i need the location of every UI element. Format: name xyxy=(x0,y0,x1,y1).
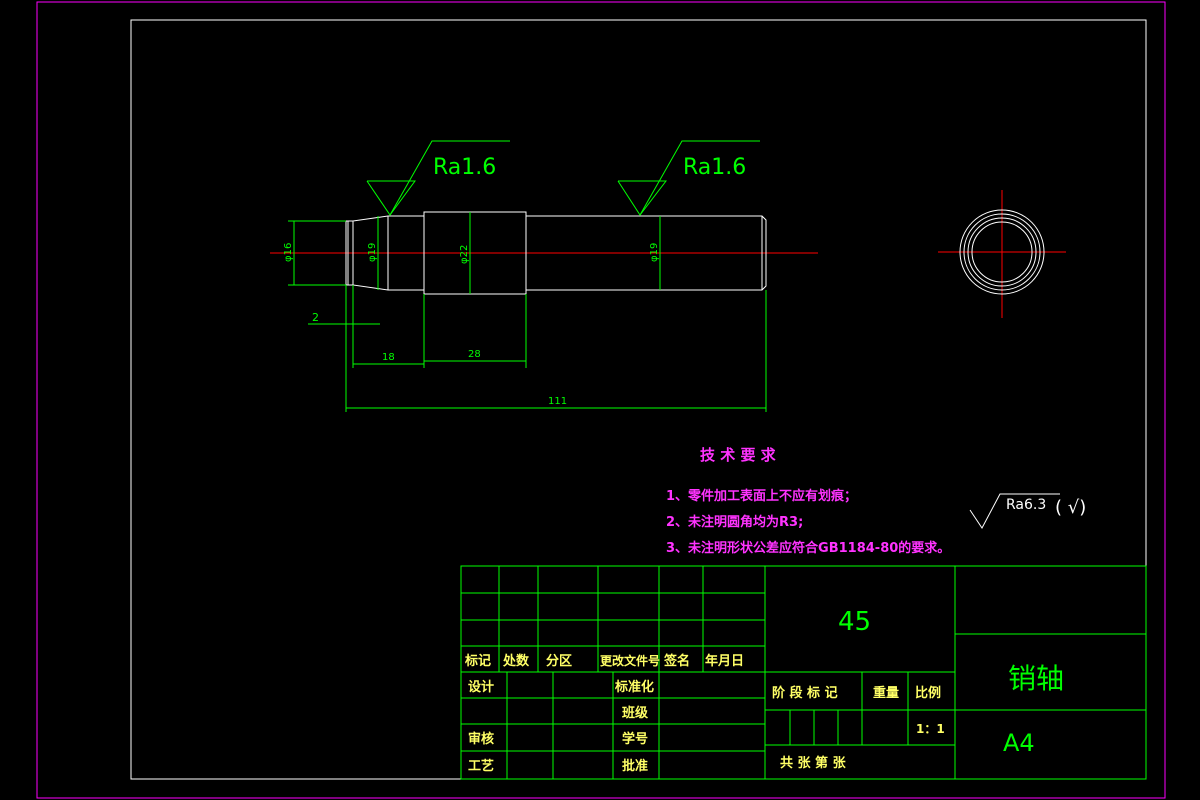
roughness-triangle xyxy=(366,180,416,216)
label-student-no: 学号 xyxy=(622,731,648,747)
label-process: 工艺 xyxy=(468,758,494,774)
general-roughness: Ra6.3 ( √) xyxy=(969,493,1086,529)
dim-chamfer: 2 xyxy=(312,311,319,324)
label-scale: 比例 xyxy=(915,685,941,701)
tech-requirement-item: 2、未注明圆角均为R3; xyxy=(666,514,803,530)
label-sheets: 共 张 第 张 xyxy=(780,755,847,771)
title-block: 标记 处数 分区 更改文件号 签名 年月日 设计 标准化 班级 审核 学号 工艺… xyxy=(460,565,1147,780)
part-name: 销轴 xyxy=(1008,662,1064,695)
label-standardization: 标准化 xyxy=(614,679,654,695)
dim-d22: φ22 xyxy=(459,245,470,264)
roughness-mark-2: Ra1.6 xyxy=(617,140,760,216)
header-zone: 分区 xyxy=(546,653,572,669)
label-review: 审核 xyxy=(468,731,494,747)
roughness-label-2: Ra1.6 xyxy=(683,155,746,180)
tech-requirement-item: 1、零件加工表面上不应有划痕； xyxy=(666,488,857,504)
header-change-doc: 更改文件号 xyxy=(600,653,660,668)
label-weight: 重量 xyxy=(873,685,899,701)
material: 45 xyxy=(838,607,871,637)
dim-18: 18 xyxy=(382,352,395,363)
header-signature: 签名 xyxy=(663,653,690,669)
label-approve: 批准 xyxy=(622,758,648,774)
shaft-view xyxy=(270,211,818,295)
sheet-border xyxy=(36,1,1166,799)
general-roughness-label: Ra6.3 xyxy=(1006,497,1046,513)
scale-value: 1：1 xyxy=(916,722,945,736)
dim-28: 28 xyxy=(468,349,481,360)
tech-requirements-title: 技 术 要 求 xyxy=(700,446,777,464)
header-count: 处数 xyxy=(502,653,530,669)
roughness-triangle xyxy=(617,180,668,216)
end-view xyxy=(938,190,1066,318)
drawing-canvas: Ra1.6 Ra1.6 φ16 φ19 φ22 φ19 2 18 28 111 xyxy=(36,1,1166,799)
label-class: 班级 xyxy=(622,705,649,721)
header-date: 年月日 xyxy=(705,653,744,669)
length-dims: 2 18 28 111 xyxy=(308,285,767,412)
general-roughness-suffix: ( √) xyxy=(1055,497,1086,518)
dim-d19-left: φ19 xyxy=(367,243,378,262)
label-design: 设计 xyxy=(468,679,494,695)
tech-requirement-item: 3、未注明形状公差应符合GB1184-80的要求。 xyxy=(666,540,950,556)
dim-d16: φ16 xyxy=(283,243,294,262)
header-mark: 标记 xyxy=(464,653,491,669)
dim-111: 111 xyxy=(548,396,567,407)
sheet-size: A4 xyxy=(1003,729,1035,757)
dim-d19-right: φ19 xyxy=(649,243,660,262)
label-stage-mark: 阶 段 标 记 xyxy=(772,685,838,701)
roughness-label-1: Ra1.6 xyxy=(433,155,496,180)
roughness-mark-1: Ra1.6 xyxy=(366,140,510,216)
tech-requirements: 技 术 要 求 1、零件加工表面上不应有划痕； 2、未注明圆角均为R3; 3、未… xyxy=(666,446,950,556)
